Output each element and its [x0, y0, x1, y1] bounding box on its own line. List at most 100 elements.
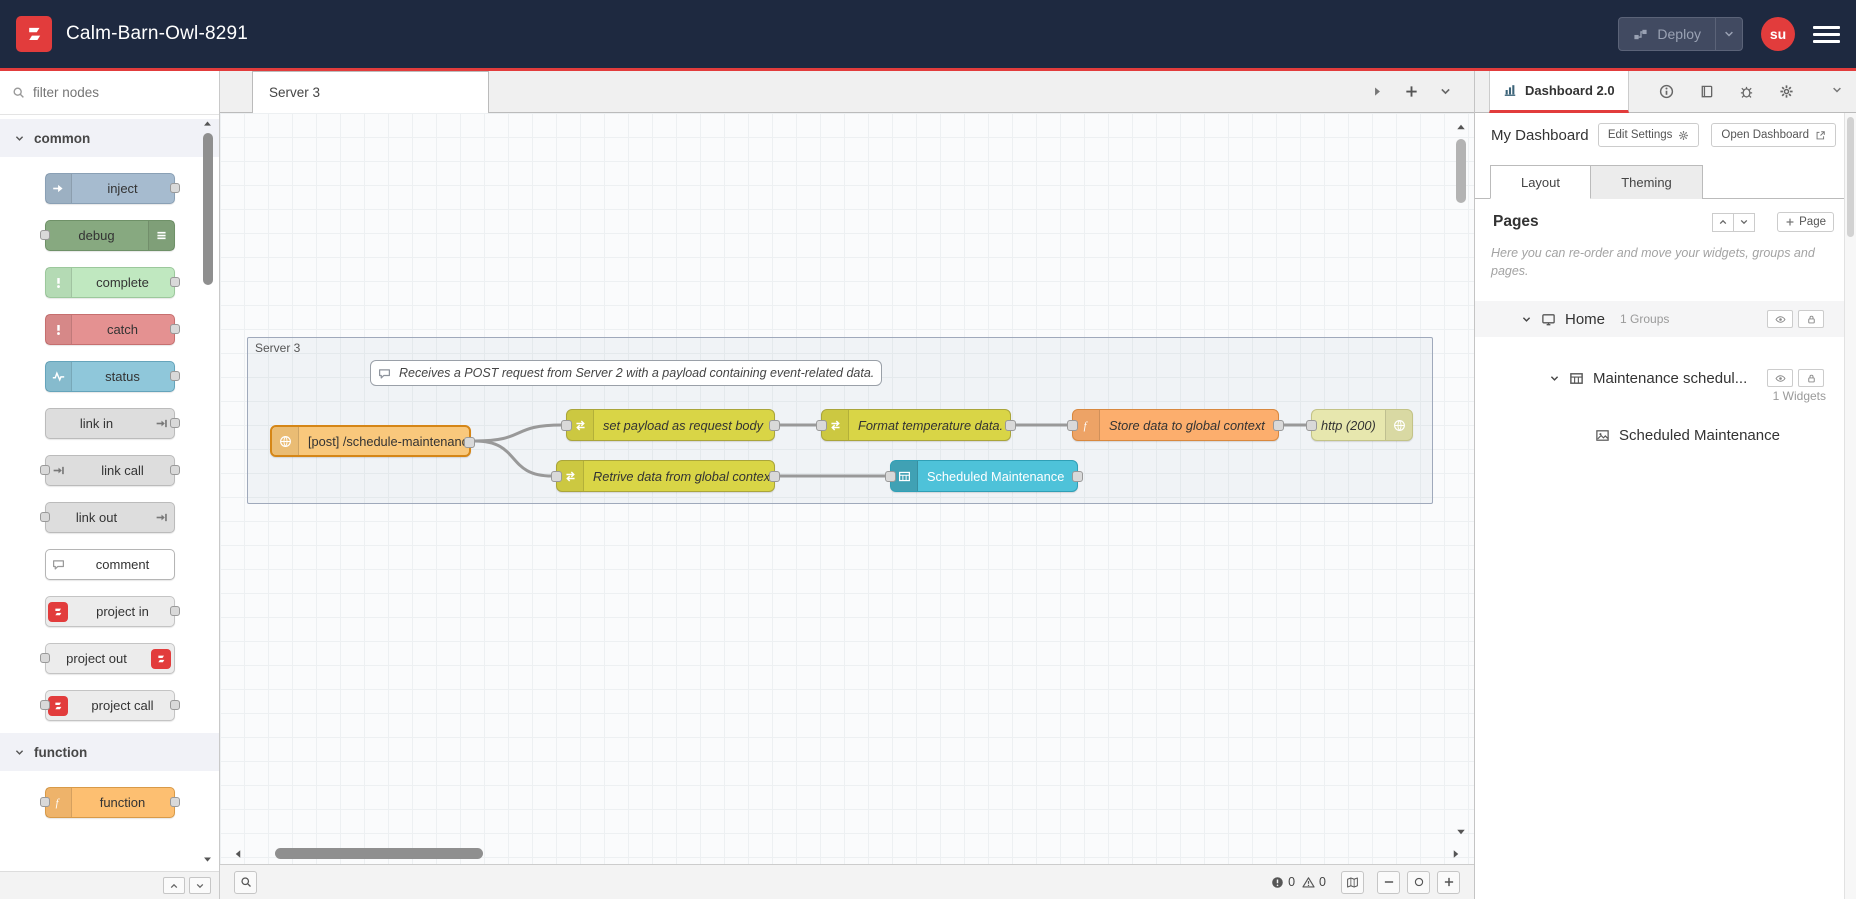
zoom-reset-button[interactable]	[1407, 870, 1430, 894]
zoom-out-button[interactable]	[1377, 870, 1400, 894]
palette-node-comment[interactable]: comment	[44, 549, 175, 580]
expand-categories-button[interactable]	[189, 877, 211, 894]
palette-node-link-in[interactable]: link in	[44, 408, 180, 439]
palette-category-function[interactable]: function	[0, 733, 219, 771]
canvas-search-button[interactable]	[234, 870, 257, 894]
horizontal-scrollbar-thumb[interactable]	[275, 848, 483, 859]
node-port	[169, 418, 180, 428]
palette-node-status[interactable]: status	[44, 361, 180, 392]
tab-dashboard[interactable]: Dashboard 2.0	[1489, 70, 1629, 113]
flow-node-retrieve_global[interactable]: Retrive data from global context	[551, 460, 780, 492]
lock-icon	[1806, 373, 1817, 384]
comment-icon	[378, 367, 391, 380]
node-input-port[interactable]	[885, 471, 896, 482]
flow-node-ui_table[interactable]: Scheduled Maintenance	[885, 460, 1083, 492]
zoom-in-button[interactable]	[1437, 870, 1460, 894]
deploy-button[interactable]: Deploy	[1618, 17, 1743, 51]
flow-canvas[interactable]: Server 3 Receives a POST request from Se…	[220, 113, 1474, 864]
node-port	[169, 371, 180, 381]
lock-button[interactable]	[1798, 310, 1824, 328]
tree-row-home[interactable]: Home 1 Groups	[1475, 301, 1844, 337]
flow-node-set_payload[interactable]: set payload as request body	[561, 409, 780, 441]
add-page-button[interactable]: Page	[1777, 212, 1834, 232]
user-avatar[interactable]: su	[1761, 17, 1795, 51]
palette-node-link-call[interactable]: link call	[39, 455, 180, 486]
edit-settings-button[interactable]: Edit Settings	[1597, 123, 1700, 147]
palette-node-complete[interactable]: complete	[44, 267, 180, 298]
flow-node-http_in[interactable]: [post] /schedule-maintenance	[270, 425, 475, 457]
flow-node-store_global[interactable]: f Store data to global context	[1067, 409, 1284, 441]
canvas-footer: 0 0	[220, 864, 1474, 899]
node-port	[169, 465, 180, 475]
palette-node-project-out[interactable]: project out	[39, 643, 175, 674]
node-output-port[interactable]	[1273, 420, 1284, 431]
arrow-in-icon	[52, 182, 65, 195]
help-tab-icon[interactable]	[1699, 84, 1714, 99]
debug-tab-icon[interactable]	[1739, 84, 1754, 99]
palette-node-function[interactable]: f function	[39, 787, 180, 818]
palette-scroll-down[interactable]	[202, 854, 213, 865]
tree-count: 1 Groups	[1620, 312, 1670, 326]
node-output-port[interactable]	[1072, 471, 1083, 482]
open-dashboard-button[interactable]: Open Dashboard	[1711, 123, 1836, 147]
sidebar-scrollbar[interactable]	[1844, 113, 1856, 899]
scroll-right-button[interactable]	[1450, 848, 1462, 860]
collapse-categories-button[interactable]	[163, 877, 185, 894]
tab-theming[interactable]: Theming	[1591, 165, 1703, 199]
ff-icon	[52, 606, 64, 618]
wire[interactable]	[473, 439, 554, 478]
move-page-down-button[interactable]	[1733, 212, 1756, 232]
palette-node-debug[interactable]: debug	[39, 220, 175, 251]
palette-node-project-call[interactable]: project call	[39, 690, 180, 721]
wire[interactable]	[473, 423, 564, 443]
palette-node-project-in[interactable]: project in	[44, 596, 180, 627]
vertical-scrollbar-thumb[interactable]	[1456, 139, 1466, 203]
flow-node-format_temp[interactable]: Format temperature data.	[816, 409, 1016, 441]
sidebar-scrollbar-thumb[interactable]	[1847, 117, 1854, 237]
node-output-port[interactable]	[1005, 420, 1016, 431]
fx-icon: f	[52, 796, 65, 809]
chevron-down-icon[interactable]	[1549, 373, 1560, 384]
add-flow-button[interactable]	[1404, 84, 1419, 99]
visibility-button[interactable]	[1767, 369, 1793, 387]
visibility-button[interactable]	[1767, 310, 1793, 328]
palette-scroll-up[interactable]	[202, 118, 213, 129]
tab-scroll-right-button[interactable]	[1371, 85, 1384, 98]
palette-scrollbar-thumb[interactable]	[203, 133, 213, 285]
palette-node-catch[interactable]: catch	[44, 314, 180, 345]
config-tab-icon[interactable]	[1779, 84, 1794, 99]
scroll-left-button[interactable]	[232, 848, 244, 860]
palette-node-inject[interactable]: inject	[44, 173, 180, 204]
scroll-down-button[interactable]	[1455, 826, 1467, 838]
flow-node-http_200[interactable]: http (200)	[1306, 409, 1413, 441]
navigator-button[interactable]	[1341, 870, 1364, 894]
node-input-port[interactable]	[561, 420, 572, 431]
flow-list-button[interactable]	[1439, 85, 1452, 98]
node-port	[39, 653, 50, 663]
sidebar: Dashboard 2.0 My Dashboard Edit Settings…	[1474, 70, 1856, 899]
tree-label: Scheduled Maintenance	[1619, 426, 1780, 444]
comment-node[interactable]: Receives a POST request from Server 2 wi…	[370, 360, 882, 386]
palette-search-input[interactable]	[33, 85, 210, 100]
palette-node-link-out[interactable]: link out	[39, 502, 175, 533]
main-menu-button[interactable]	[1813, 25, 1840, 43]
node-output-port[interactable]	[769, 471, 780, 482]
palette-category-common[interactable]: common	[0, 119, 219, 157]
scroll-up-button[interactable]	[1455, 121, 1467, 133]
lock-button[interactable]	[1798, 369, 1824, 387]
tab-layout[interactable]: Layout	[1490, 165, 1591, 199]
node-input-port[interactable]	[1067, 420, 1078, 431]
sidebar-collapse-button[interactable]	[1831, 84, 1856, 99]
node-output-port[interactable]	[464, 437, 475, 448]
node-output-port[interactable]	[769, 420, 780, 431]
move-page-up-button[interactable]	[1712, 212, 1735, 232]
flow-tab[interactable]: Server 3	[252, 71, 489, 113]
node-input-port[interactable]	[1306, 420, 1317, 431]
node-input-port[interactable]	[816, 420, 827, 431]
info-tab-icon[interactable]	[1659, 84, 1674, 99]
deploy-options-button[interactable]	[1715, 18, 1742, 50]
chevron-down-icon[interactable]	[1521, 314, 1532, 325]
tree-row-widget[interactable]: Scheduled Maintenance	[1475, 419, 1844, 451]
deploy-label: Deploy	[1657, 26, 1701, 42]
node-input-port[interactable]	[551, 471, 562, 482]
